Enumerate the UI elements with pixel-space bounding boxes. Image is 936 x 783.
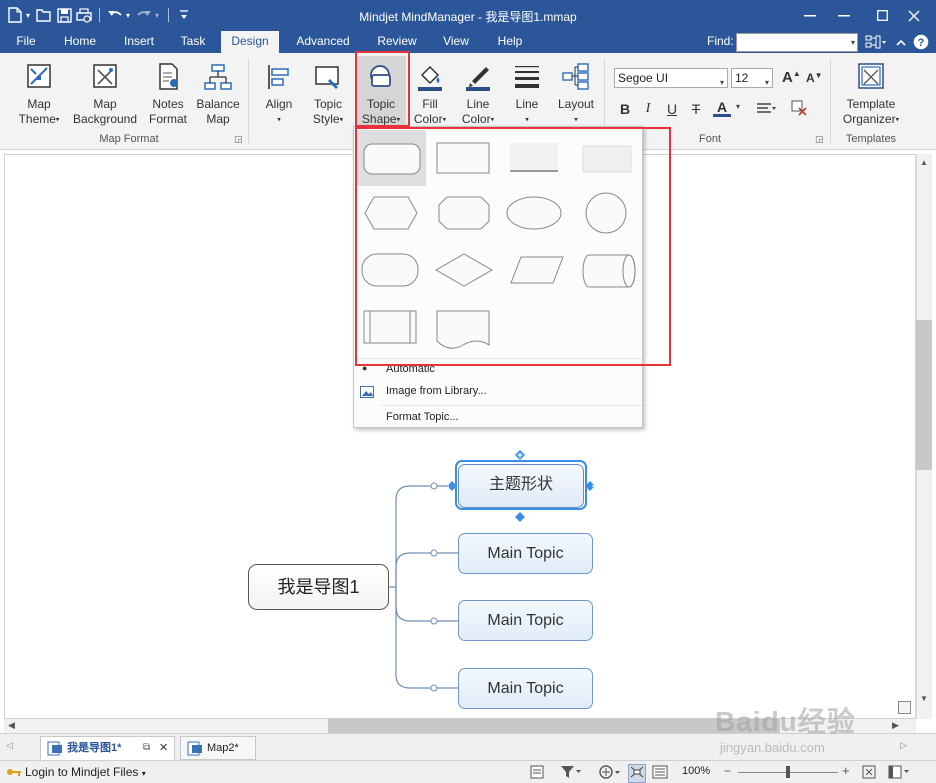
zoom-focus-icon[interactable] xyxy=(598,764,622,783)
central-topic[interactable]: 我是导图1 xyxy=(248,564,389,610)
watermark-logo: Baidu经验 xyxy=(715,706,856,737)
menu-item-automatic[interactable]: Automatic xyxy=(386,363,435,375)
map-view-icon[interactable] xyxy=(628,764,646,783)
login-button[interactable]: Login to Mindjet Files ▾ xyxy=(25,765,146,779)
close-tab-icon[interactable]: ✕ xyxy=(159,737,168,759)
zoom-in-icon[interactable]: + xyxy=(842,763,850,778)
watermark-url: jingyan.baidu.com xyxy=(720,740,825,755)
mindmap-file-icon xyxy=(187,741,202,756)
float-tab-icon[interactable]: ⧉ xyxy=(143,737,150,759)
shape-diamond[interactable] xyxy=(429,241,499,297)
mindmap-file-icon xyxy=(47,741,62,756)
doc-tab-label: Map2* xyxy=(207,742,239,754)
fit-map-icon[interactable] xyxy=(862,765,876,782)
shape-document[interactable] xyxy=(429,297,499,353)
shape-line[interactable] xyxy=(504,130,574,186)
shape-octagon[interactable] xyxy=(429,185,499,241)
shape-ellipse[interactable] xyxy=(504,185,574,241)
tab-scroll-right-icon[interactable]: ▷ xyxy=(900,740,907,751)
menu-separator xyxy=(356,358,642,359)
main-topic-3[interactable]: Main Topic xyxy=(458,600,593,641)
shape-circle[interactable] xyxy=(579,185,649,241)
shape-rectangle[interactable] xyxy=(429,130,499,186)
login-label: Login to Mindjet Files xyxy=(25,765,139,779)
layout-panel-icon[interactable] xyxy=(888,765,910,782)
bullet-icon: ● xyxy=(362,363,368,373)
menu-item-format-topic[interactable]: Format Topic... xyxy=(386,411,459,423)
zoom-level: 100% xyxy=(682,765,711,777)
doc-tab-label: 我是导图1* xyxy=(67,742,122,754)
menu-separator xyxy=(382,405,642,406)
zoom-slider-handle[interactable] xyxy=(786,766,790,778)
shape-hexagon[interactable] xyxy=(356,185,426,241)
main-topic-4[interactable]: Main Topic xyxy=(458,668,593,709)
status-bar: Login to Mindjet Files ▾ 100% − + xyxy=(0,760,936,783)
doc-tab-map2[interactable]: Map2* xyxy=(180,736,256,760)
shape-subroutine[interactable] xyxy=(356,297,426,353)
tab-scroll-left-icon[interactable]: ◁ xyxy=(6,740,13,751)
filter-icon[interactable] xyxy=(560,765,582,782)
login-key-icon xyxy=(6,765,22,782)
shape-parallelogram[interactable] xyxy=(504,241,574,297)
selection-handles[interactable] xyxy=(449,450,595,522)
shape-cylinder[interactable] xyxy=(579,241,649,297)
image-library-icon xyxy=(360,386,374,401)
shape-plain[interactable] xyxy=(579,130,649,186)
menu-item-image-library[interactable]: Image from Library... xyxy=(386,385,487,397)
notes-view-icon[interactable] xyxy=(530,765,544,782)
doc-tab-active[interactable]: 我是导图1* ⧉ ✕ xyxy=(40,736,175,760)
shape-capsule[interactable] xyxy=(356,241,426,297)
topic-shape-dropdown: ● Automatic Image from Library... Format… xyxy=(353,126,643,428)
main-topic-2[interactable]: Main Topic xyxy=(458,533,593,574)
outline-view-icon[interactable] xyxy=(652,765,668,782)
zoom-out-icon[interactable]: − xyxy=(724,764,731,778)
shape-rounded-rectangle[interactable] xyxy=(356,130,426,186)
